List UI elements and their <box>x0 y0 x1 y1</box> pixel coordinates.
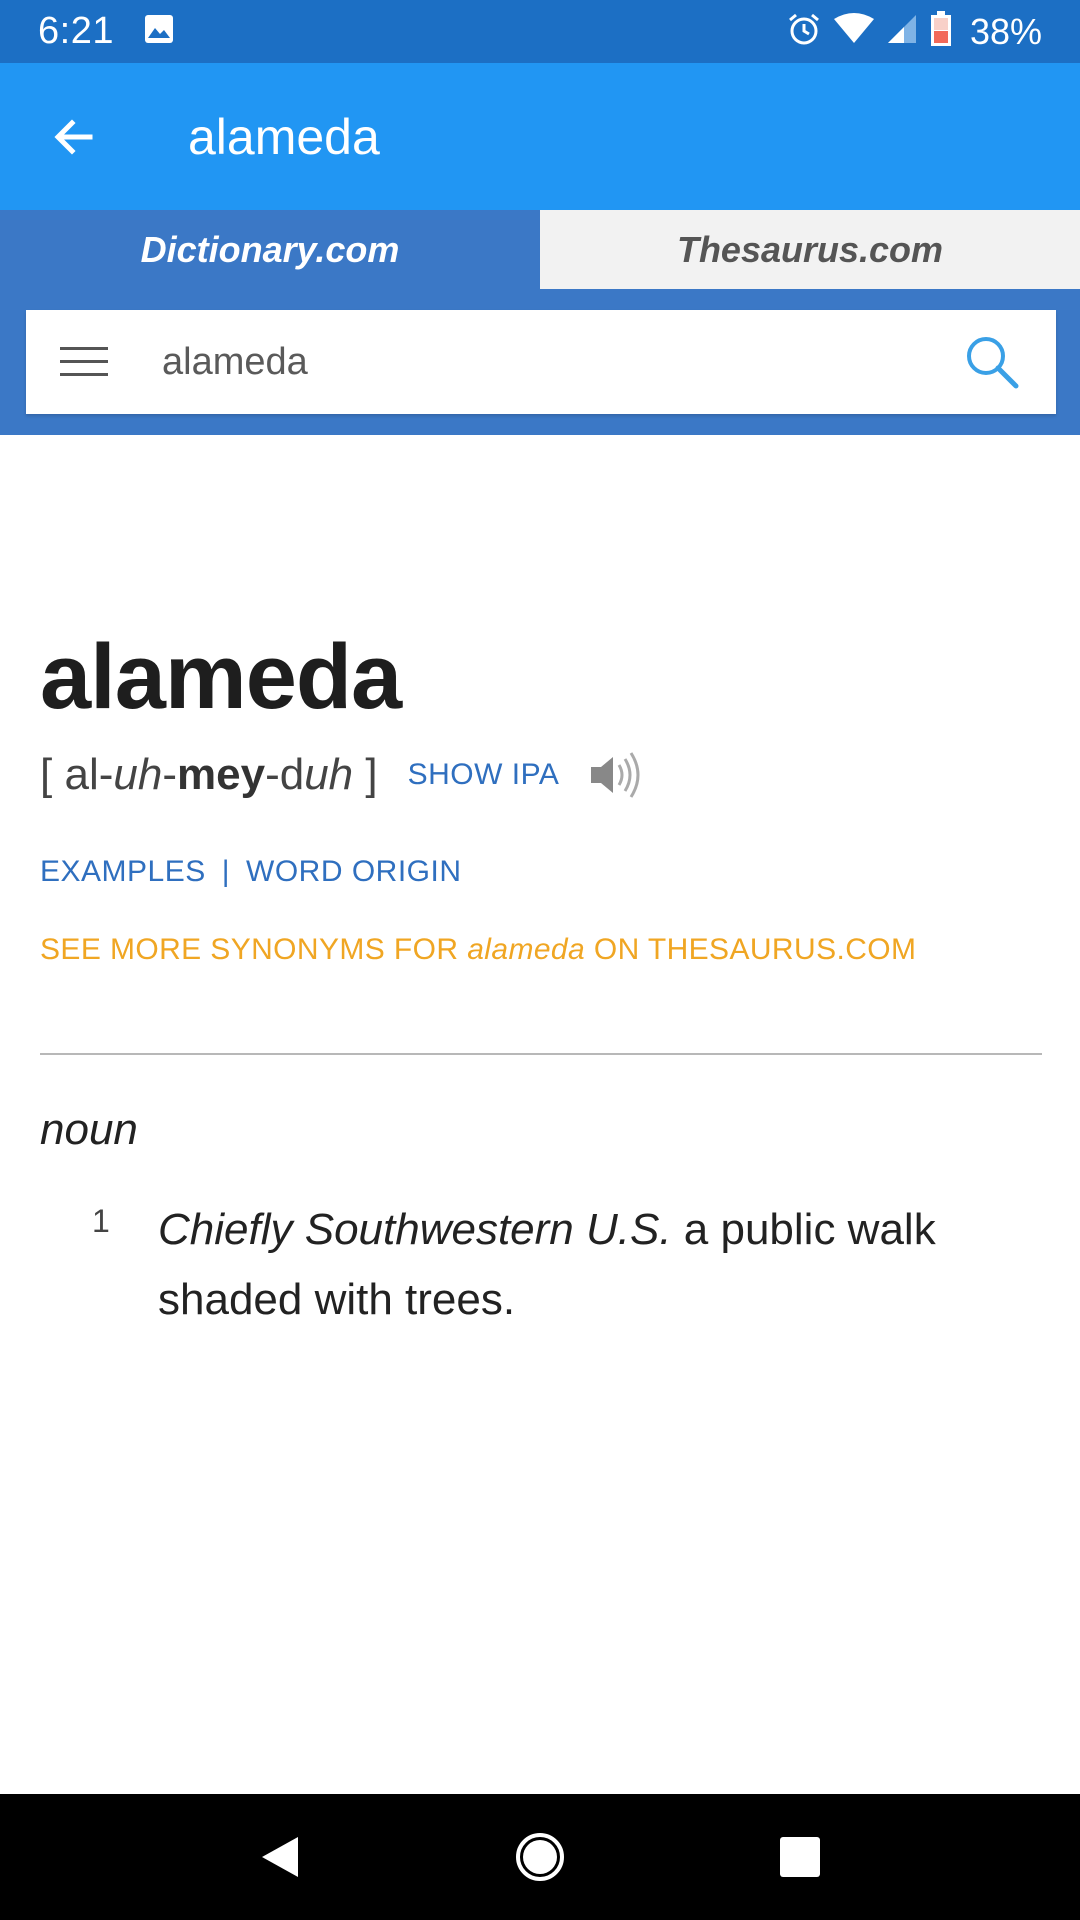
show-ipa-button[interactable]: SHOW IPA <box>408 758 560 792</box>
part-of-speech: noun <box>40 1105 138 1154</box>
search-input[interactable] <box>162 322 952 402</box>
arrow-back-icon <box>54 118 93 155</box>
speaker-icon <box>591 752 640 798</box>
system-nav-bar <box>0 1794 1080 1920</box>
wifi-icon <box>833 13 874 50</box>
play-audio-button[interactable] <box>585 745 645 805</box>
search-box <box>26 310 1056 414</box>
magnifier-icon <box>967 337 1019 389</box>
definition-number: 1 <box>92 1203 110 1239</box>
divider <box>40 1053 1042 1055</box>
status-right: 38% <box>786 11 1042 53</box>
pron-part: uh <box>304 750 354 799</box>
pron-part: al- <box>64 750 114 799</box>
back-triangle-icon <box>262 1837 298 1877</box>
battery-icon <box>930 11 952 52</box>
menu-button[interactable] <box>44 322 124 402</box>
nav-back-button[interactable] <box>230 1807 330 1907</box>
pron-part: -d <box>265 750 305 799</box>
pronunciation: [ al-uh-mey-duh ] <box>40 750 378 800</box>
tab-thesaurus[interactable]: Thesaurus.com <box>540 210 1080 289</box>
status-left: 6:21 <box>38 10 174 53</box>
back-button[interactable] <box>24 87 124 187</box>
hamburger-menu-icon <box>60 347 108 376</box>
app-title: alameda <box>188 108 380 165</box>
screen: 6:21 38% alameda Dictionary.com Thesauru… <box>0 0 1080 1920</box>
synonyms-prefix: SEE MORE SYNONYMS FOR <box>40 933 459 966</box>
status-time: 6:21 <box>38 10 114 52</box>
headword: alameda <box>40 626 402 728</box>
link-separator: | <box>221 855 231 888</box>
nav-home-button[interactable] <box>490 1807 590 1907</box>
home-circle-icon <box>516 1833 564 1881</box>
definition-item: 1 Chiefly Southwestern U.S. a public wal… <box>40 1195 1042 1335</box>
recents-square-icon <box>780 1837 820 1877</box>
definition-text: Chiefly Southwestern U.S. a public walk … <box>158 1195 988 1335</box>
pron-open-bracket: [ <box>40 750 53 799</box>
entry-links: EXAMPLES | WORD ORIGIN <box>40 855 462 889</box>
see-more-synonyms-link[interactable]: SEE MORE SYNONYMS FOR alameda ON THESAUR… <box>40 933 916 967</box>
pron-part: - <box>162 750 177 799</box>
tab-dictionary[interactable]: Dictionary.com <box>0 210 540 289</box>
battery-percent: 38% <box>969 10 1042 52</box>
pron-stressed: mey <box>176 750 266 799</box>
tab-bar: Dictionary.com Thesaurus.com <box>0 210 1080 289</box>
signal-icon <box>886 13 918 50</box>
pronunciation-row: [ al-uh-mey-duh ] SHOW IPA <box>40 745 645 805</box>
pron-part: uh <box>113 750 163 799</box>
synonyms-word: alameda <box>467 933 586 966</box>
usage-label: Chiefly Southwestern U.S. <box>158 1205 672 1254</box>
examples-link[interactable]: EXAMPLES <box>40 855 206 889</box>
app-bar: alameda <box>0 63 1080 210</box>
synonyms-suffix: ON THESAURUS.COM <box>593 933 917 966</box>
search-band <box>0 289 1080 435</box>
image-icon <box>144 14 174 49</box>
word-origin-link[interactable]: WORD ORIGIN <box>246 855 462 889</box>
search-button[interactable] <box>952 322 1032 402</box>
alarm-icon <box>786 11 822 52</box>
nav-recents-button[interactable] <box>750 1807 850 1907</box>
status-bar: 6:21 38% <box>0 0 1080 63</box>
pron-close-bracket: ] <box>365 750 378 799</box>
